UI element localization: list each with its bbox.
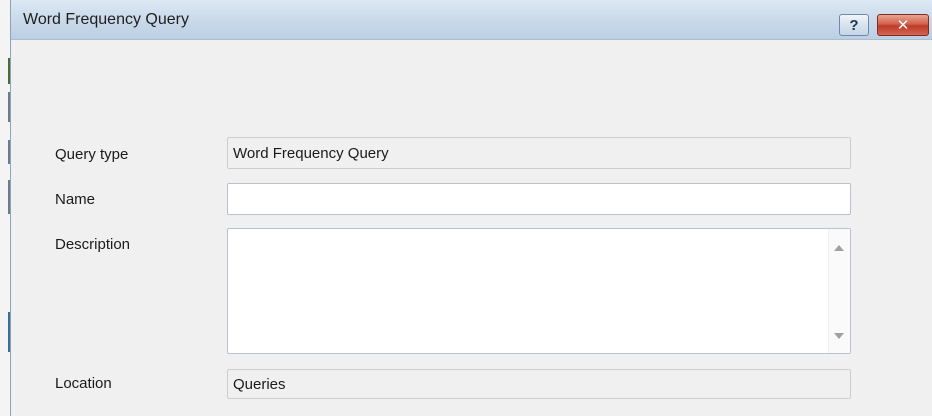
description-textarea[interactable] <box>227 228 851 354</box>
location-label: Location <box>55 375 112 392</box>
query-type-field: Word Frequency Query <box>227 137 851 169</box>
title-bar[interactable]: Word Frequency Query ? ✕ <box>11 0 932 40</box>
background-window-edge <box>0 0 10 416</box>
help-button[interactable]: ? <box>839 14 869 36</box>
scroll-up-icon[interactable] <box>834 245 844 251</box>
screen: Word Frequency Query ? ✕ Query type Word… <box>0 0 932 416</box>
close-icon: ✕ <box>896 17 910 34</box>
description-scrollbar[interactable] <box>828 229 850 353</box>
help-icon: ? <box>849 16 859 34</box>
name-input[interactable] <box>227 183 851 215</box>
description-label: Description <box>55 236 131 253</box>
dialog-title: Word Frequency Query <box>23 11 189 28</box>
dialog-window: Word Frequency Query ? ✕ Query type Word… <box>10 0 932 416</box>
location-field: Queries <box>227 369 851 399</box>
location-value: Queries <box>233 375 286 393</box>
query-type-label: Query type <box>55 146 129 163</box>
name-label: Name <box>55 191 96 208</box>
close-button[interactable]: ✕ <box>877 14 929 36</box>
scroll-down-icon[interactable] <box>834 333 844 339</box>
query-type-value: Word Frequency Query <box>233 144 389 162</box>
